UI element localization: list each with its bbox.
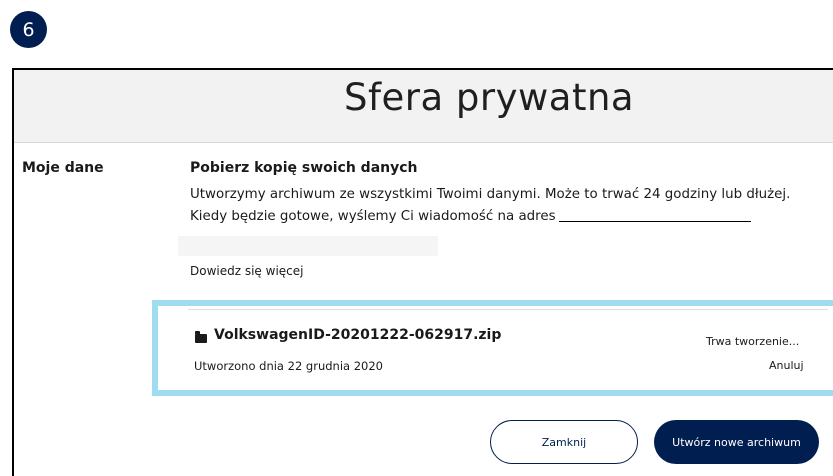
archive-created-date: Utworzono dnia 22 grudnia 2020 (194, 359, 383, 373)
divider (188, 309, 828, 310)
archive-file-name: VolkswagenID-20201222-062917.zip (214, 327, 502, 343)
create-archive-button[interactable]: Utwórz nowe archiwum (654, 420, 819, 464)
description-text: Utworzymy archiwum ze wszystkimi Twoimi … (190, 187, 791, 224)
step-number: 6 (22, 18, 35, 41)
title-bar: Sfera prywatna (14, 70, 833, 143)
archive-status: Trwa tworzenie... (706, 335, 800, 348)
close-button[interactable]: Zamknij (490, 420, 638, 464)
step-number-badge: 6 (10, 11, 47, 48)
section-description: Utworzymy archiwum ze wszystkimi Twoimi … (190, 184, 820, 228)
folder-icon (195, 331, 207, 343)
cancel-archive-link[interactable]: Anuluj (769, 359, 804, 372)
learn-more-link[interactable]: Dowiedz się więcej (190, 264, 303, 278)
page-title: Sfera prywatna (344, 76, 635, 119)
redacted-email-line (558, 220, 751, 222)
redacted-email-block (178, 236, 438, 256)
privacy-panel: Sfera prywatna Moje dane Pobierz kopię s… (12, 68, 833, 476)
section-heading: Pobierz kopię swoich danych (190, 160, 418, 176)
archive-item: VolkswagenID-20201222-062917.zip Utworzo… (152, 300, 833, 396)
section-label: Moje dane (22, 160, 104, 176)
